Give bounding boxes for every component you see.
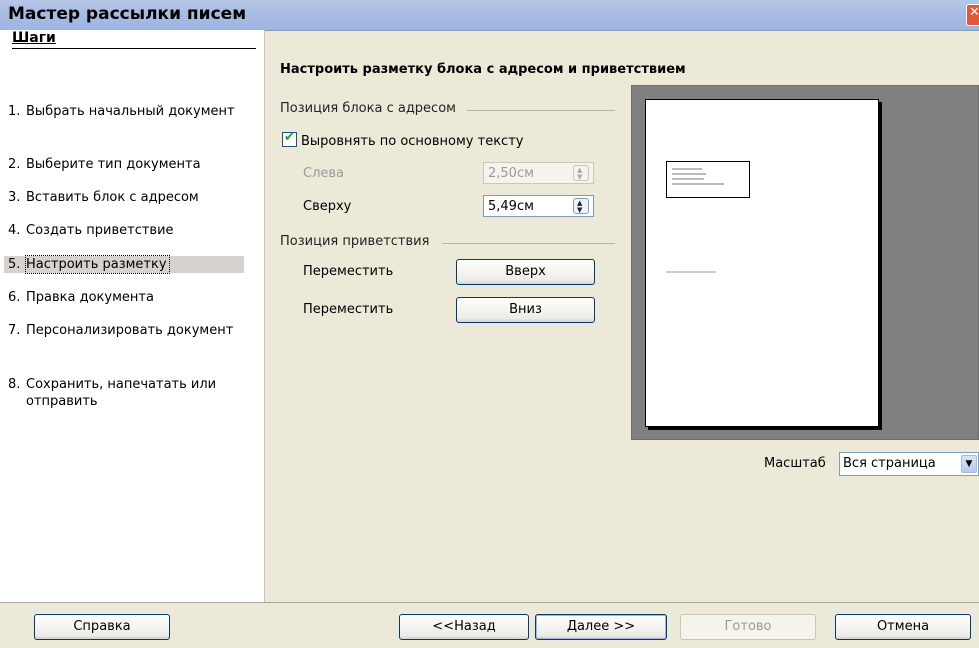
cancel-button[interactable]: Отмена [835,614,971,640]
zoom-select[interactable]: Вся страница ▼ [839,452,979,476]
move-down-button[interactable]: Вниз [456,297,595,323]
help-button[interactable]: Справка [34,614,170,640]
move-up-button[interactable]: Вверх [456,259,595,285]
address-block-preview [666,161,750,198]
move-up-label: Переместить [303,264,394,279]
step-item-4[interactable]: 4. Создать приветствие [4,222,248,239]
greeting-preview [666,271,716,273]
spin-arrows-icon: ▲ ▼ [573,165,589,181]
zoom-label: Масштаб [764,456,826,471]
greeting-group-title: Позиция приветствия [280,234,430,249]
address-line [672,168,702,170]
step-item-1[interactable]: 1. Выбрать начальный документ [4,103,248,120]
zoom-value: Вся страница [843,456,936,471]
back-button[interactable]: <<Назад [399,614,529,640]
spin-arrows-icon[interactable]: ▲ ▼ [573,198,589,214]
page-heading: Настроить разметку блока с адресом и при… [280,62,686,77]
step-label: Настроить разметку [25,255,170,274]
step-label: Сохранить, напечатать или отправить [26,377,217,409]
top-offset-spinner[interactable]: 5,49см ▲ ▼ [483,195,594,217]
finish-button: Готово [680,614,816,640]
chevron-down-icon[interactable]: ▼ [961,455,977,473]
step-label: Создать приветствие [26,223,174,238]
move-down-label: Переместить [303,302,394,317]
address-line [672,183,724,185]
left-offset-label: Слева [303,166,345,181]
close-button[interactable]: ✕ [966,4,979,26]
top-offset-value[interactable]: 5,49см [488,199,534,214]
step-label: Правка документа [26,290,154,305]
align-checkbox[interactable]: Выровнять по основному тексту [282,130,524,149]
step-label: Выбрать начальный документ [26,104,235,119]
step-number: 8. [8,377,21,392]
checkbox-checked-icon[interactable] [282,130,297,147]
step-item-6[interactable]: 6. Правка документа [4,289,248,306]
address-line [672,173,706,175]
step-number: 1. [8,104,21,119]
step-item-8[interactable]: 8. Сохранить, напечатать или отправить [4,376,248,410]
address-group-title: Позиция блока с адресом [280,101,456,116]
title-bar: Мастер рассылки писем ✕ [0,0,979,31]
page-preview [645,99,879,427]
next-button[interactable]: Далее >> [535,614,667,640]
step-number: 6. [8,290,21,305]
steps-title: Шаги [12,30,56,46]
step-item-3[interactable]: 3. Вставить блок с адресом [4,189,248,206]
close-icon: ✕ [969,5,979,20]
step-number: 7. [8,323,21,338]
left-offset-value: 2,50см [488,166,534,181]
greeting-group-line [442,243,615,244]
address-line [672,178,704,180]
step-label: Вставить блок с адресом [26,190,199,205]
window-title: Мастер рассылки писем [8,4,247,24]
step-item-2[interactable]: 2. Выберите тип документа [4,156,248,173]
align-checkbox-label: Выровнять по основному тексту [301,134,524,149]
step-label: Персонализировать документ [26,323,234,338]
step-item-5[interactable]: 5. Настроить разметку [4,255,244,274]
step-label: Выберите тип документа [26,157,201,172]
step-number: 3. [8,190,21,205]
step-number: 5. [8,257,21,272]
steps-divider [12,48,256,49]
left-offset-spinner: 2,50см ▲ ▼ [483,162,594,184]
step-item-7[interactable]: 7. Персонализировать документ [4,322,248,339]
address-group-line [467,110,615,111]
step-number: 2. [8,157,21,172]
top-offset-label: Сверху [303,199,352,214]
step-number: 4. [8,223,21,238]
button-bar-divider [0,602,979,603]
